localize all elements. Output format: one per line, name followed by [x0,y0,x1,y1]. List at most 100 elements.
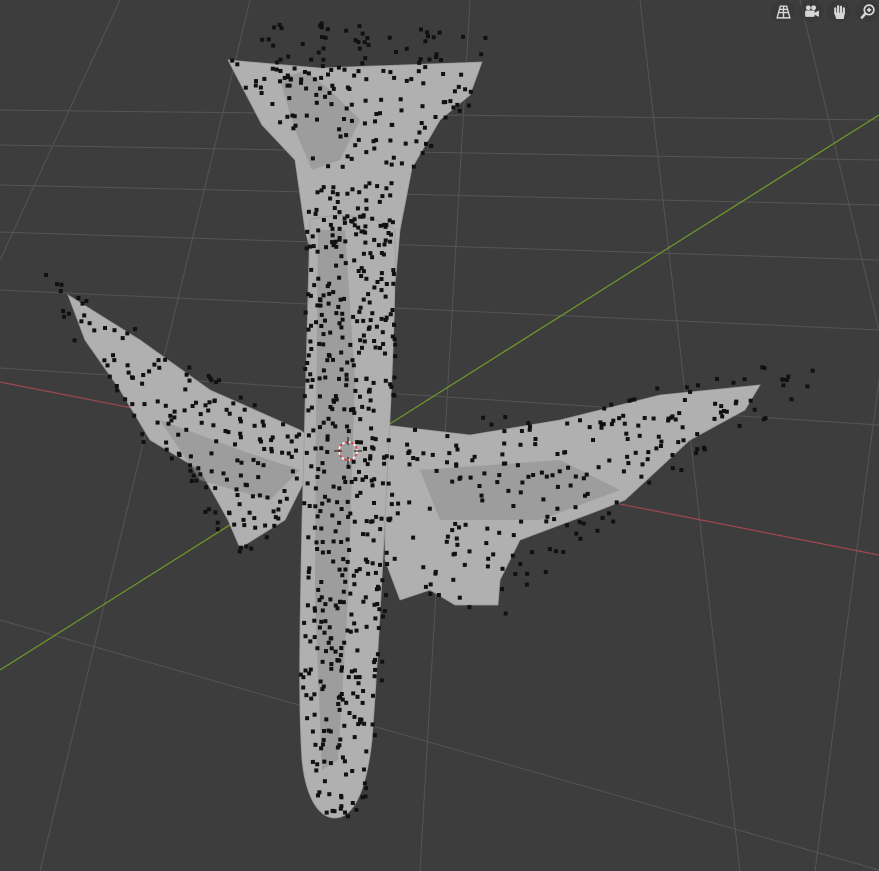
cloud-point [626,461,631,466]
cloud-point [455,542,460,547]
cloud-point [395,511,400,516]
cloud-point [309,323,313,328]
cloud-point [378,346,382,350]
cloud-point [625,454,630,459]
cloud-point [278,79,282,84]
cloud-point [353,143,358,148]
cloud-point [120,336,125,341]
cloud-point [378,111,382,116]
cloud-point [624,431,629,436]
cloud-point [454,443,459,448]
airplane-mesh[interactable] [67,59,761,819]
cloud-point [260,37,265,42]
cloud-point [378,562,382,567]
cloud-point [392,556,397,561]
cloud-point [351,573,356,578]
cloud-point [502,441,507,446]
cloud-point [345,214,350,219]
cloud-point [312,618,317,623]
cloud-point [112,358,117,363]
cloud-point [276,507,281,512]
cloud-point [322,779,327,784]
cloud-point [310,156,315,161]
cloud-point [238,545,243,550]
cloud-point [485,564,490,569]
cloud-point [304,693,309,698]
cloud-point [209,469,214,474]
cloud-point [305,378,310,383]
cloud-point [61,309,66,314]
cloud-point [326,550,331,554]
cloud-point [292,114,297,119]
cloud-point [356,225,361,230]
cloud-point [309,464,314,469]
cloud-point [450,479,455,484]
cloud-point [320,35,324,39]
cloud-point [313,504,318,509]
cloud-point [364,749,369,754]
cloud-point [364,624,369,629]
cloud-point [140,432,145,437]
cloud-point [362,767,366,772]
camera-icon[interactable] [799,0,823,22]
cloud-point [654,446,659,451]
cloud-point [479,52,484,57]
cloud-point [425,30,430,35]
cloud-point [555,484,560,489]
grid-perspective-icon[interactable] [771,0,795,22]
cloud-point [350,118,354,123]
cloud-point [344,377,349,382]
cloud-point [349,612,354,617]
cloud-point [326,301,331,306]
cloud-point [187,378,192,383]
cloud-point [372,339,377,343]
cloud-point [468,89,473,94]
cloud-point [382,455,387,460]
cloud-point [455,447,460,452]
cloud-point [363,595,368,600]
cloud-point [270,66,275,71]
cloud-point [309,57,314,62]
hand-icon[interactable] [827,0,851,22]
cloud-point [518,442,523,447]
cloud-point [253,83,258,88]
cloud-point [44,273,49,277]
cloud-point [230,58,235,63]
cloud-point [518,490,523,495]
cloud-point [169,418,174,423]
cloud-point [360,404,365,409]
cloud-point [622,421,627,426]
cloud-point [389,384,394,389]
cloud-point [642,416,647,420]
cloud-point [584,472,589,477]
cloud-point [320,608,325,613]
cloud-point [270,102,275,106]
cloud-point [302,501,307,506]
cloud-point [224,477,229,482]
cloud-point [760,365,765,370]
cloud-point [286,54,291,59]
cloud-point [358,394,362,399]
cloud-point [382,461,387,466]
cloud-point [695,447,700,451]
cloud-point [366,406,371,411]
cloud-point [384,282,389,286]
cloud-point [196,466,201,471]
cloud-point [428,592,433,596]
cloud-point [742,377,747,382]
cloud-point [334,244,339,249]
cloud-point [163,403,168,408]
cloud-point [500,452,505,457]
cloud-point [242,407,247,412]
cloud-point [349,102,354,107]
cloud-point [413,427,417,432]
cloud-point [511,504,516,508]
cloud-point [415,457,420,462]
cloud-point [372,660,377,665]
cloud-point [321,218,326,222]
3d-viewport[interactable] [0,0,879,871]
magnifier-plus-icon[interactable] [855,0,879,22]
cloud-point [384,186,389,191]
cloud-point [561,550,566,554]
cloud-point [354,378,359,383]
